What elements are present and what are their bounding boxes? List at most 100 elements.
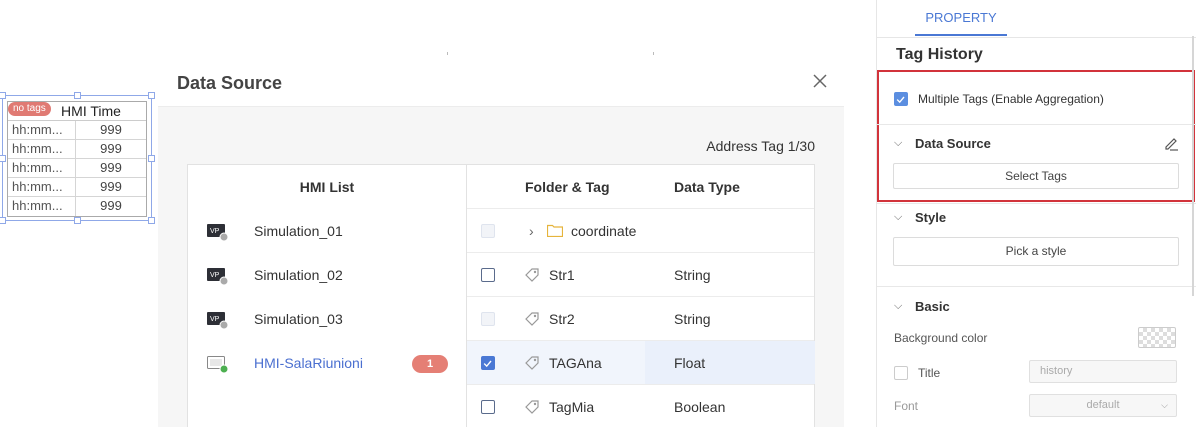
tag-name: Str2 bbox=[549, 311, 575, 327]
select-tags-button[interactable]: Select Tags bbox=[893, 163, 1179, 189]
svg-text:VP: VP bbox=[210, 228, 220, 235]
chevron-down-icon[interactable]: ⌵ bbox=[894, 137, 902, 150]
tag-row-tagmia[interactable]: TagMia Boolean bbox=[467, 385, 814, 427]
tag-row-tagana[interactable]: TAGAna Float bbox=[467, 341, 815, 385]
tag-list-header: Folder & Tag Data Type bbox=[467, 165, 814, 209]
history-table: HMI Time hh:mm... 999 hh:mm... 999 hh:mm..… bbox=[7, 101, 147, 217]
tag-list-panel: Folder & Tag Data Type › coordinate Str1… bbox=[467, 164, 815, 427]
value-cell: 999 bbox=[100, 198, 122, 213]
svg-text:VP: VP bbox=[210, 316, 220, 323]
hmi-item-sala-riunioni[interactable]: HMI-SalaRiunioni 1 bbox=[188, 341, 466, 385]
title-checkbox[interactable] bbox=[894, 366, 908, 380]
tag-row-str2[interactable]: Str2 String bbox=[467, 297, 814, 341]
hmi-item-label: Simulation_02 bbox=[254, 267, 343, 283]
title-label: Title bbox=[918, 366, 941, 380]
modal-header: Data Source bbox=[158, 56, 844, 107]
resize-handle[interactable] bbox=[74, 92, 81, 99]
pick-style-button[interactable]: Pick a style bbox=[893, 237, 1179, 266]
title-input[interactable]: history bbox=[1029, 360, 1177, 383]
time-cell: hh:mm... bbox=[8, 140, 76, 158]
resize-handle[interactable] bbox=[148, 217, 155, 224]
check-icon bbox=[483, 360, 492, 368]
time-cell: hh:mm... bbox=[8, 121, 76, 139]
time-cell: hh:mm... bbox=[8, 159, 76, 177]
check-icon bbox=[896, 96, 905, 104]
multiple-tags-checkbox[interactable] bbox=[894, 92, 908, 106]
table-row: hh:mm... 999 bbox=[8, 197, 146, 216]
table-row: hh:mm... 999 bbox=[8, 140, 146, 159]
background-color-swatch[interactable] bbox=[1138, 327, 1176, 348]
modal-title: Data Source bbox=[177, 73, 283, 93]
tab-divider bbox=[877, 37, 1196, 38]
divider bbox=[877, 203, 1196, 204]
chevron-down-icon[interactable]: ⌵ bbox=[894, 211, 902, 224]
close-icon[interactable] bbox=[812, 73, 828, 89]
hmi-item-simulation-02[interactable]: VP Simulation_02 bbox=[188, 253, 466, 297]
hmi-list-header: HMI List bbox=[299, 179, 355, 195]
tag-checkbox[interactable] bbox=[481, 356, 495, 370]
table-row: hh:mm... 999 bbox=[8, 178, 146, 197]
section-basic[interactable]: Basic bbox=[915, 299, 950, 314]
value-cell: 999 bbox=[100, 160, 122, 175]
tag-row-coordinate[interactable]: › coordinate bbox=[467, 209, 814, 253]
chevron-right-icon[interactable]: › bbox=[529, 223, 534, 239]
tag-icon bbox=[525, 400, 539, 414]
edit-icon[interactable] bbox=[1163, 135, 1179, 151]
table-row: hh:mm... 999 bbox=[8, 159, 146, 178]
folder-tag-header: Folder & Tag bbox=[525, 179, 610, 195]
tag-icon bbox=[525, 356, 539, 370]
tag-name: coordinate bbox=[571, 223, 637, 239]
resize-handle[interactable] bbox=[74, 217, 81, 224]
hmi-item-simulation-01[interactable]: VP Simulation_01 bbox=[188, 209, 466, 253]
resize-handle[interactable] bbox=[0, 217, 6, 224]
tag-row-str1[interactable]: Str1 String bbox=[467, 253, 814, 297]
tag-icon bbox=[525, 312, 539, 326]
chevron-down-icon: ⌵ bbox=[1161, 400, 1168, 410]
hmi-list-panel: HMI List VP Simulation_01 VP Simulation_… bbox=[187, 164, 467, 427]
folder-icon bbox=[547, 224, 563, 237]
tag-checkbox[interactable] bbox=[481, 400, 495, 414]
resize-handle[interactable] bbox=[148, 92, 155, 99]
hmi-device-icon: VP bbox=[207, 224, 229, 241]
scrollbar[interactable] bbox=[1192, 36, 1194, 296]
hmi-item-simulation-03[interactable]: VP Simulation_03 bbox=[188, 297, 466, 341]
time-cell: hh:mm... bbox=[8, 197, 76, 216]
svg-text:VP: VP bbox=[210, 272, 220, 279]
divider bbox=[877, 286, 1196, 287]
no-tags-badge: no tags bbox=[8, 102, 51, 116]
value-cell: 999 bbox=[100, 179, 122, 194]
section-data-source[interactable]: Data Source bbox=[915, 136, 991, 151]
data-type-header: Data Type bbox=[674, 179, 740, 195]
tab-property[interactable]: PROPERTY bbox=[915, 0, 1007, 36]
address-tag-count: Address Tag 1/30 bbox=[706, 138, 815, 154]
type-cell bbox=[645, 341, 815, 384]
tag-type: Float bbox=[674, 355, 706, 371]
resize-handle[interactable] bbox=[0, 92, 6, 99]
font-select[interactable]: default ⌵ bbox=[1029, 394, 1177, 417]
section-style[interactable]: Style bbox=[915, 210, 946, 225]
selected-count-badge: 1 bbox=[412, 355, 448, 373]
multiple-tags-label: Multiple Tags (Enable Aggregation) bbox=[918, 92, 1104, 106]
tag-history-widget[interactable]: HMI Time hh:mm... 999 hh:mm... 999 hh:mm..… bbox=[0, 92, 155, 224]
tag-checkbox bbox=[481, 224, 495, 238]
tag-type: Boolean bbox=[674, 399, 726, 415]
hmi-device-icon: VP bbox=[207, 268, 229, 285]
tag-type: String bbox=[674, 311, 711, 327]
hmi-device-icon: VP bbox=[207, 312, 229, 329]
tag-icon bbox=[525, 268, 539, 282]
tag-checkbox[interactable] bbox=[481, 268, 495, 282]
tag-name: TagMia bbox=[549, 399, 595, 415]
background-color-label: Background color bbox=[894, 331, 988, 345]
panel-title: Tag History bbox=[896, 46, 983, 63]
resize-handle[interactable] bbox=[148, 155, 155, 162]
hmi-item-label: Simulation_01 bbox=[254, 223, 343, 239]
hmi-item-label: Simulation_03 bbox=[254, 311, 343, 327]
chevron-down-icon[interactable]: ⌵ bbox=[894, 300, 902, 313]
tag-name: TAGAna bbox=[549, 355, 602, 371]
divider bbox=[877, 124, 1196, 125]
font-select-value: default bbox=[1086, 399, 1120, 411]
resize-handle[interactable] bbox=[0, 155, 6, 162]
type-cell bbox=[645, 253, 815, 296]
tag-type: String bbox=[674, 267, 711, 283]
tag-name: Str1 bbox=[549, 267, 575, 283]
